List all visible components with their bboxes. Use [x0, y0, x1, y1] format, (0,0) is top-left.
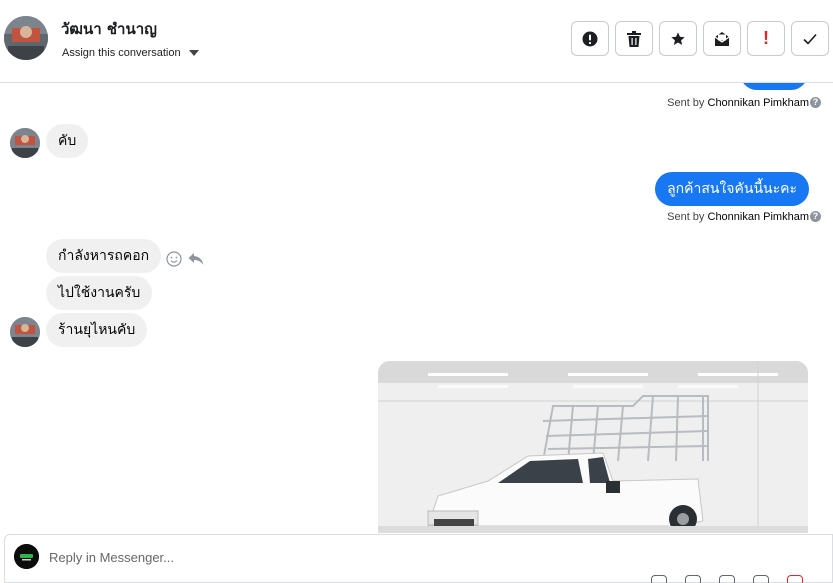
conversation-toolbar: !	[571, 21, 829, 56]
conversation-header: วัฒนา ชำนาญ Assign this conversation !	[0, 0, 833, 83]
contact-avatar[interactable]	[10, 128, 40, 158]
assign-conversation-dropdown[interactable]: Assign this conversation	[62, 47, 199, 59]
delete-button[interactable]	[615, 21, 653, 56]
mark-unread-button[interactable]	[703, 21, 741, 56]
sent-by-label: Sent by Chonnikan Pimkham	[667, 211, 809, 223]
page-avatar	[14, 544, 39, 569]
star-button[interactable]	[659, 21, 697, 56]
message-actions	[166, 251, 204, 267]
contact-avatar[interactable]	[10, 317, 40, 347]
help-icon[interactable]: ?	[810, 97, 821, 108]
message-bubble-outgoing[interactable]: ลูกค้าสนใจคันนี้นะคะ	[655, 172, 809, 206]
payment-icon[interactable]	[787, 575, 803, 583]
reply-icon[interactable]	[188, 251, 204, 267]
exclamation-icon: !	[763, 28, 769, 48]
star-icon	[671, 31, 685, 45]
message-bubble-outgoing-partial[interactable]	[740, 83, 808, 90]
message-bubble-incoming[interactable]: กำลังหารถคอก	[46, 239, 162, 273]
envelope-open-icon	[714, 31, 730, 46]
mark-done-button[interactable]	[791, 21, 829, 56]
emoji-icon[interactable]	[753, 575, 769, 583]
message-thread[interactable]: Sent by Chonnikan Pimkham ? คับ ลูกค้าสน…	[0, 83, 833, 533]
message-bubble-incoming[interactable]: คับ	[46, 124, 89, 158]
follow-up-button[interactable]: !	[747, 21, 785, 56]
image-attachment-pickup-truck[interactable]	[378, 361, 808, 533]
emoji-react-icon[interactable]	[166, 251, 182, 267]
help-icon[interactable]: ?	[810, 211, 821, 222]
alert-circle-icon	[582, 31, 598, 46]
saved-reply-icon[interactable]	[719, 575, 735, 583]
spam-button[interactable]	[571, 21, 609, 56]
message-bubble-incoming[interactable]: ไปใช้งานครับ	[46, 276, 153, 310]
add-people-icon[interactable]	[651, 575, 667, 583]
reply-composer	[4, 534, 833, 583]
caret-down-icon	[188, 50, 199, 56]
reply-input[interactable]	[49, 547, 549, 567]
message-bubble-incoming[interactable]: ร้านยุไหนคับ	[46, 313, 148, 347]
assign-label: Assign this conversation	[62, 47, 181, 59]
trash-icon	[627, 30, 641, 47]
contact-name: วัฒนา ชำนาญ	[61, 20, 157, 38]
sent-by-label: Sent by Chonnikan Pimkham	[667, 97, 809, 109]
attach-icon[interactable]	[685, 575, 701, 583]
contact-avatar[interactable]	[4, 16, 48, 60]
checkmark-icon	[803, 33, 817, 45]
composer-tools	[651, 575, 803, 583]
